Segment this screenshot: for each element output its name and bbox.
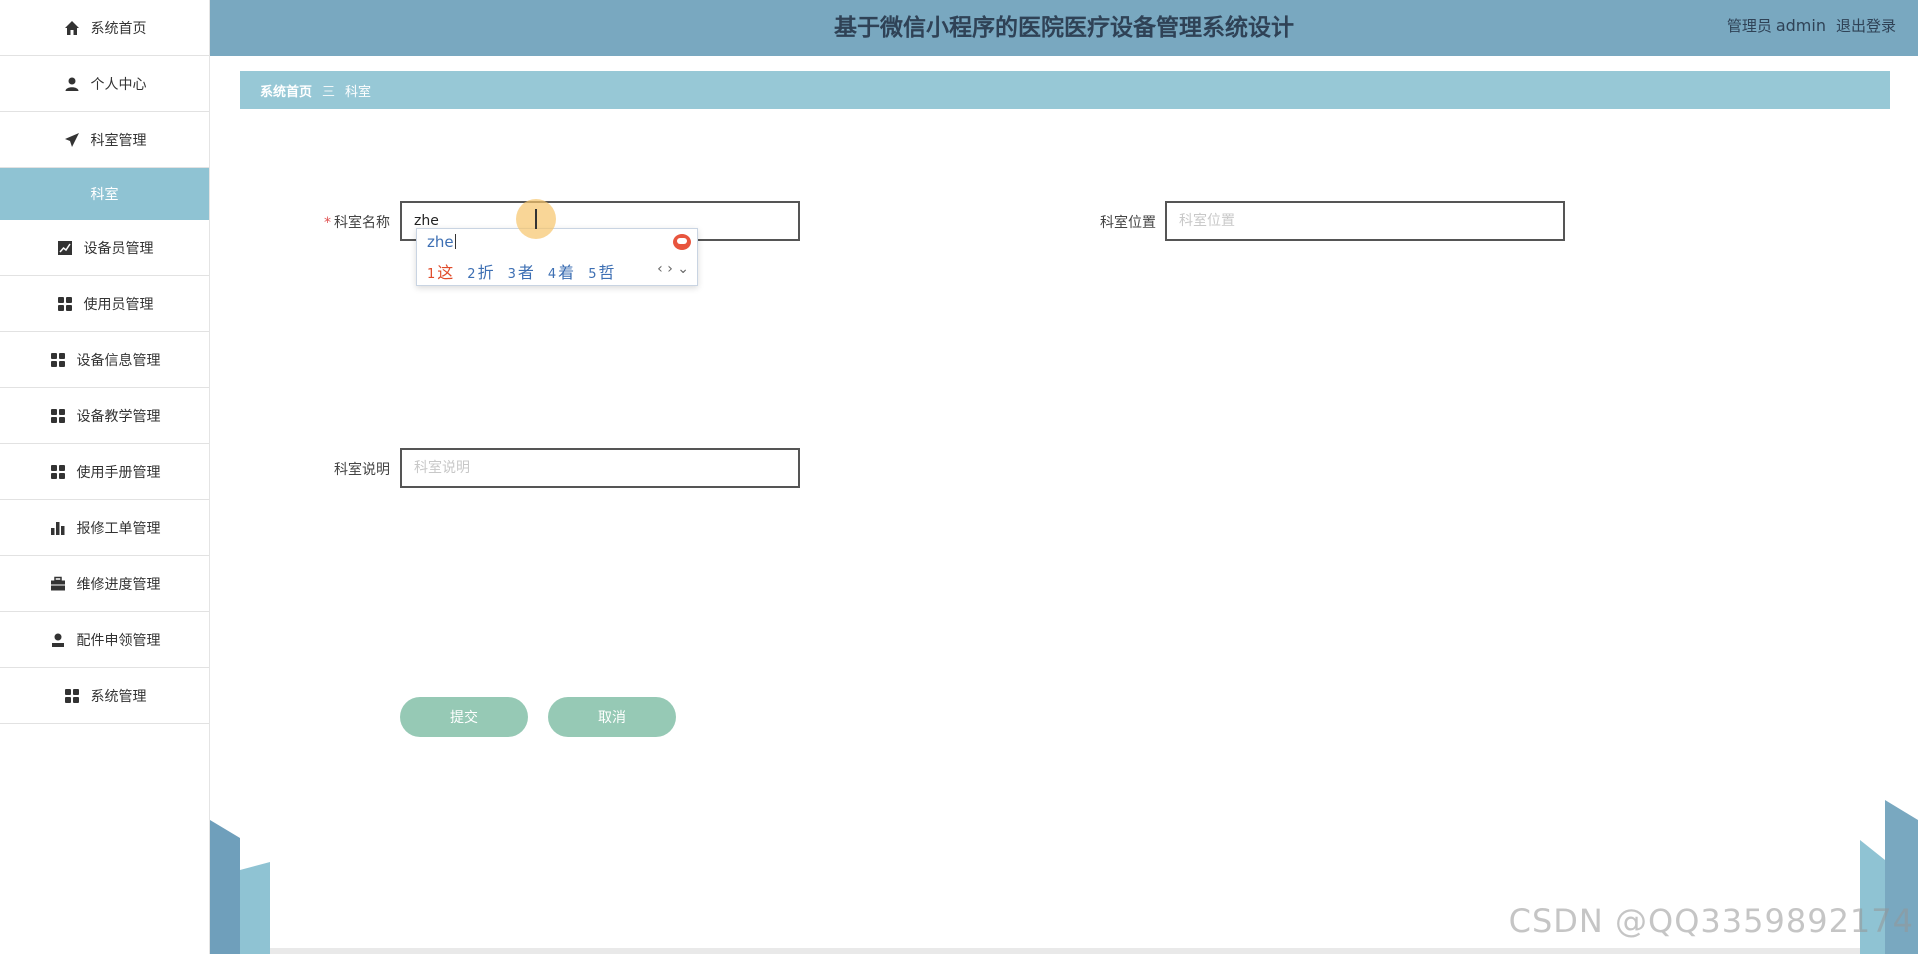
ime-logo-icon (673, 234, 691, 250)
home-icon (63, 19, 81, 37)
user-icon (63, 75, 81, 93)
ime-candidate[interactable]: 3者 (508, 259, 534, 283)
sidebar-item-label: 设备员管理 (83, 240, 154, 257)
ime-composition: zhe (427, 233, 456, 251)
sidebar-item-parts-request[interactable]: 配件申领管理 (0, 612, 209, 668)
ime-page-nav[interactable]: ‹ › ⌄ (657, 261, 689, 277)
sidebar-item-equipment-staff[interactable]: 设备员管理 (0, 220, 209, 276)
submit-button[interactable]: 提交 (400, 697, 528, 737)
ime-candidate-popup: zhe 1这 2折 3者 4着 5哲 ‹ › ⌄ (416, 228, 698, 286)
chart-line-icon (56, 239, 74, 257)
top-header: 基于微信小程序的医院医疗设备管理系统设计 管理员 admin 退出登录 (210, 0, 1918, 56)
ime-candidate[interactable]: 4着 (548, 259, 574, 283)
sidebar-item-label: 报修工单管理 (76, 520, 161, 537)
breadcrumb-home[interactable]: 系统首页 (260, 81, 312, 100)
sidebar-item-label: 系统管理 (90, 688, 147, 705)
bar-chart-icon (49, 519, 67, 537)
sidebar-item-user-staff[interactable]: 使用员管理 (0, 276, 209, 332)
department-description-input[interactable] (400, 448, 800, 488)
sidebar-item-repair-progress[interactable]: 维修进度管理 (0, 556, 209, 612)
department-location-label: 科室位置 (1100, 215, 1156, 231)
department-name-label: * 科室名称 (270, 212, 390, 232)
sidebar: 系统首页 个人中心 科室管理 科室 设备员管理 使用员管理 设备信息管理 设备教… (0, 0, 210, 954)
sidebar-item-label: 使用手册管理 (76, 464, 161, 481)
person-icon (49, 631, 67, 649)
department-name-label-text: 科室名称 (334, 215, 390, 231)
department-location-input[interactable] (1165, 201, 1565, 241)
briefcase-icon (49, 575, 67, 593)
required-mark: * (324, 215, 331, 231)
cancel-button[interactable]: 取消 (548, 697, 676, 737)
ime-candidate[interactable]: 1这 (427, 259, 453, 283)
grid-icon (49, 407, 67, 425)
sidebar-item-department[interactable]: 科室 (0, 168, 209, 220)
page-title: 基于微信小程序的医院医疗设备管理系统设计 (834, 15, 1294, 41)
breadcrumb: 系统首页 三 科室 (240, 71, 1890, 109)
sidebar-item-label: 使用员管理 (83, 296, 154, 313)
sidebar-item-label: 系统首页 (90, 20, 147, 37)
ime-composition-text: zhe (427, 233, 454, 251)
department-description-label: 科室说明 (334, 462, 390, 478)
sidebar-item-equipment-teaching[interactable]: 设备教学管理 (0, 388, 209, 444)
grid-icon (56, 295, 74, 313)
send-icon (63, 131, 81, 149)
grid-icon (49, 351, 67, 369)
cursor-highlight (516, 199, 556, 239)
sidebar-item-label: 配件申领管理 (76, 632, 161, 649)
sidebar-item-system[interactable]: 系统管理 (0, 668, 209, 724)
ime-candidate[interactable]: 2折 (467, 259, 493, 283)
sidebar-item-equipment-info[interactable]: 设备信息管理 (0, 332, 209, 388)
breadcrumb-current: 科室 (345, 84, 372, 100)
decorative-left-shape (210, 820, 270, 954)
watermark: CSDN @QQ3359892174 (1508, 902, 1914, 940)
ime-candidate[interactable]: 5哲 (588, 259, 614, 283)
grid-icon (63, 687, 81, 705)
sidebar-item-label: 维修进度管理 (76, 576, 161, 593)
bottom-divider (270, 948, 1860, 954)
sidebar-item-label: 科室 (90, 187, 119, 203)
ime-candidates: 1这 2折 3者 4着 5哲 (427, 259, 614, 283)
breadcrumb-separator: 三 (322, 84, 336, 100)
sidebar-item-label: 科室管理 (90, 132, 147, 149)
sidebar-item-profile[interactable]: 个人中心 (0, 56, 209, 112)
user-role: 管理员 (1726, 17, 1772, 35)
logout-link[interactable]: 退出登录 (1836, 17, 1896, 35)
sidebar-item-label: 个人中心 (90, 76, 147, 93)
grid-icon (49, 463, 67, 481)
sidebar-item-manual[interactable]: 使用手册管理 (0, 444, 209, 500)
sidebar-item-department-management[interactable]: 科室管理 (0, 112, 209, 168)
username: admin (1775, 16, 1826, 35)
sidebar-item-label: 设备教学管理 (76, 408, 161, 425)
user-area: 管理员 admin 退出登录 (1727, 0, 1896, 52)
sidebar-item-repair-orders[interactable]: 报修工单管理 (0, 500, 209, 556)
sidebar-item-label: 设备信息管理 (76, 352, 161, 369)
sidebar-item-home[interactable]: 系统首页 (0, 0, 209, 56)
